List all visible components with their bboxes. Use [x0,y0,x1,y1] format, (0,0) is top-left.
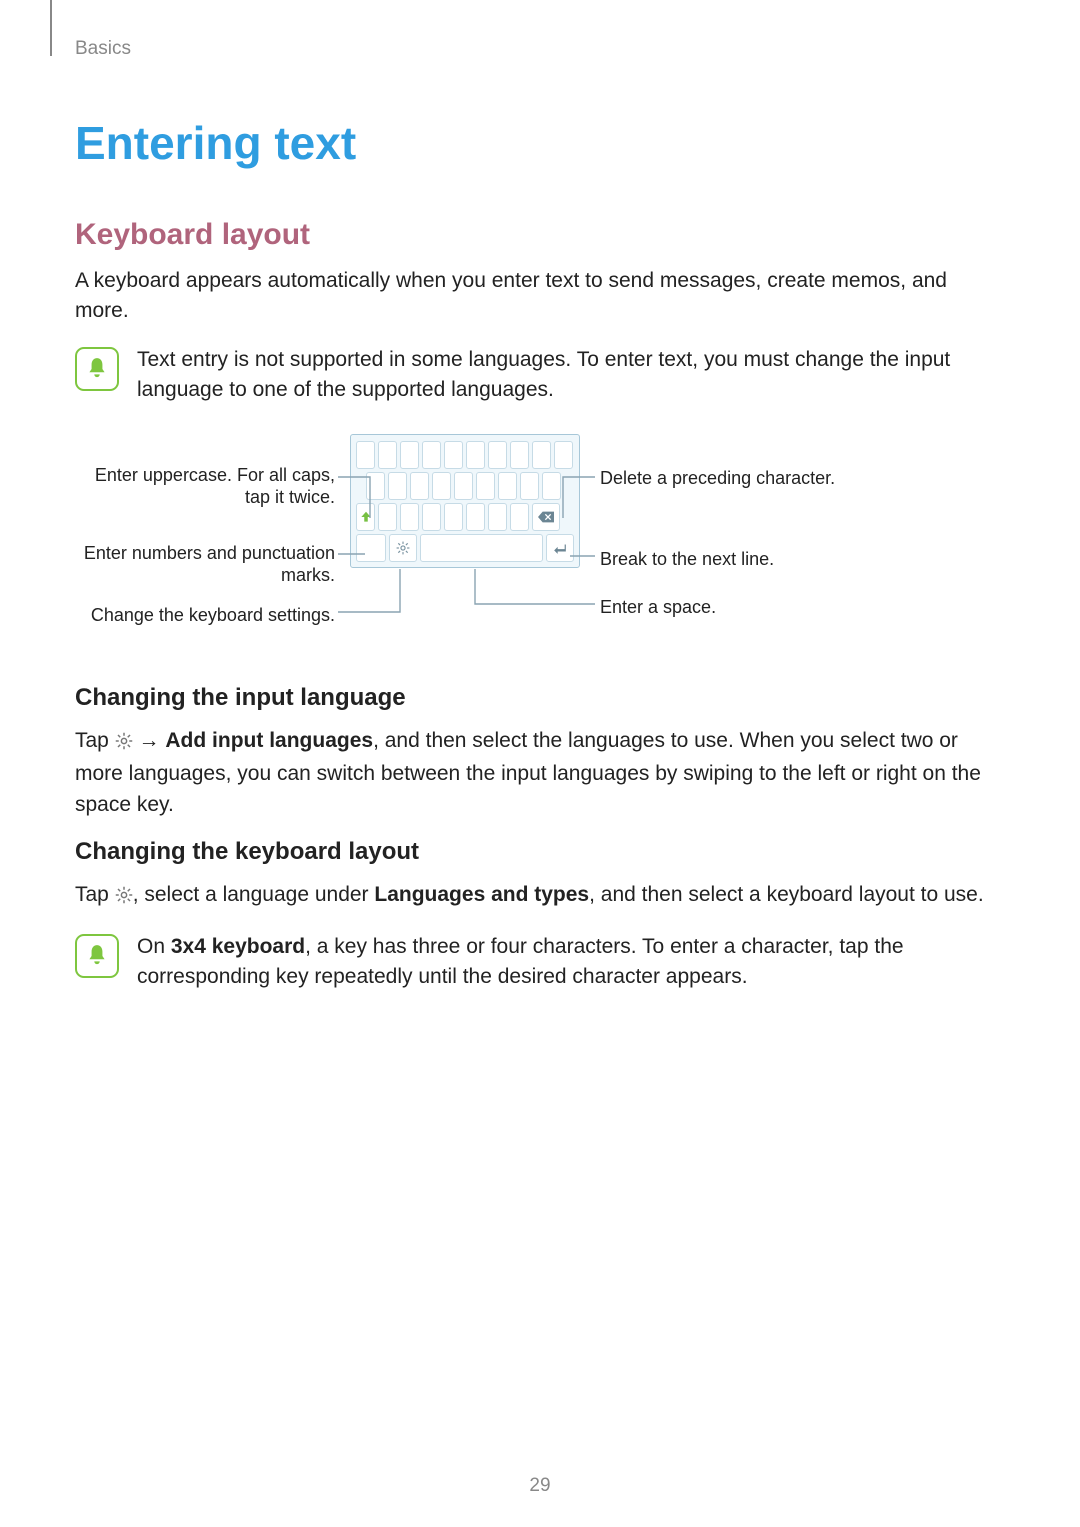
breadcrumb: Basics [75,38,1005,60]
note-block: Text entry is not supported in some lang… [75,345,1005,406]
intro-paragraph: A keyboard appears automatically when yo… [75,266,1005,327]
text-fragment: On [137,935,171,958]
text-fragment: Tap [75,883,115,906]
para-keyboard-layout: Tap , select a language under Languages … [75,880,1005,913]
text-fragment: Tap [75,729,115,752]
gear-icon [115,883,133,913]
keyboard-diagram: Enter uppercase. For all caps, tap it tw… [75,434,1005,644]
arrow-icon: → [139,726,160,756]
bold-add-input-languages: Add input languages [165,729,373,752]
page-number: 29 [0,1475,1080,1497]
text-fragment: , select a language under [133,883,375,906]
bold-3x4-keyboard: 3x4 keyboard [171,935,305,958]
note-text-3x4: On 3x4 keyboard, a key has three or four… [137,932,1005,993]
note-bell-icon [75,347,119,391]
gear-icon [115,729,133,759]
text-fragment: , and then select a keyboard layout to u… [589,883,984,906]
section-heading-keyboard-layout: Keyboard layout [75,218,1005,252]
note-bell-icon [75,934,119,978]
note-text: Text entry is not supported in some lang… [137,345,1005,406]
header-divider [50,0,52,56]
bold-languages-and-types: Languages and types [374,883,589,906]
subheading-keyboard-layout: Changing the keyboard layout [75,838,1005,866]
subheading-input-language: Changing the input language [75,684,1005,712]
note-block-3x4: On 3x4 keyboard, a key has three or four… [75,932,1005,993]
para-input-language: Tap → Add input languages, and then sele… [75,726,1005,820]
page-title: Entering text [75,116,1005,170]
